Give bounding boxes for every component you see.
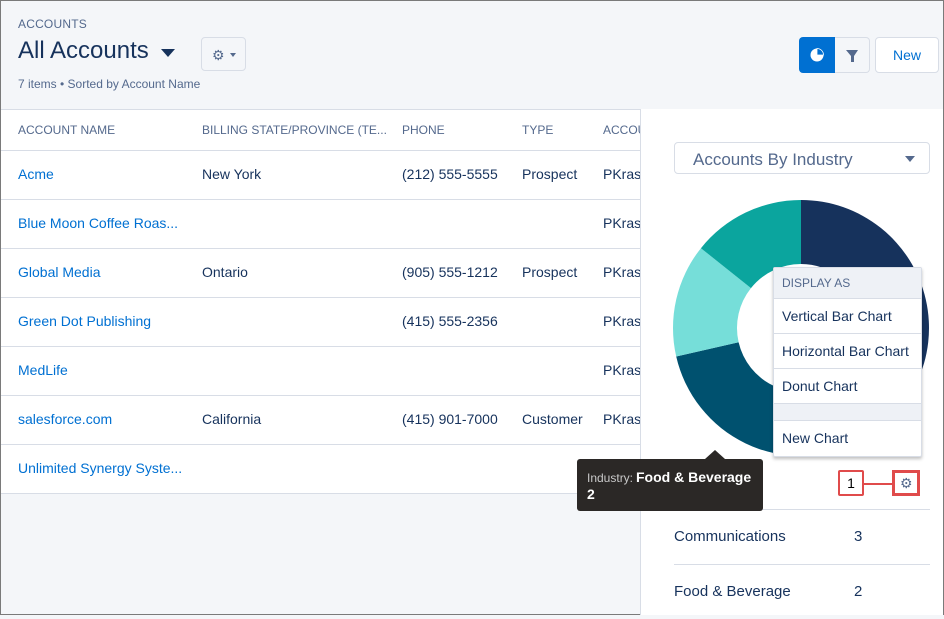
tooltip-value: Food & Beverage xyxy=(636,469,752,485)
tooltip-count: 2 xyxy=(587,486,595,502)
chart-settings-button[interactable]: ⚙ xyxy=(892,470,920,496)
menu-header: DISPLAY AS xyxy=(774,268,921,299)
chart-tooltip: Industry: Food & Beverage 2 xyxy=(577,450,763,511)
menu-item-vertical-bar-chart[interactable]: Vertical Bar Chart xyxy=(774,299,921,334)
menu-divider xyxy=(774,404,921,421)
display-as-menu: DISPLAY AS Vertical Bar Chart Horizontal… xyxy=(773,267,922,457)
tooltip-key: Industry: xyxy=(587,471,634,485)
menu-item-new-chart[interactable]: New Chart xyxy=(774,421,921,455)
menu-item-horizontal-bar-chart[interactable]: Horizontal Bar Chart xyxy=(774,334,921,369)
menu-item-donut-chart[interactable]: Donut Chart xyxy=(774,369,921,404)
gear-icon: ⚙ xyxy=(900,475,913,491)
callout-connector xyxy=(864,483,892,485)
callout-badge: 1 xyxy=(838,470,864,496)
tooltip-arrow xyxy=(705,450,725,459)
